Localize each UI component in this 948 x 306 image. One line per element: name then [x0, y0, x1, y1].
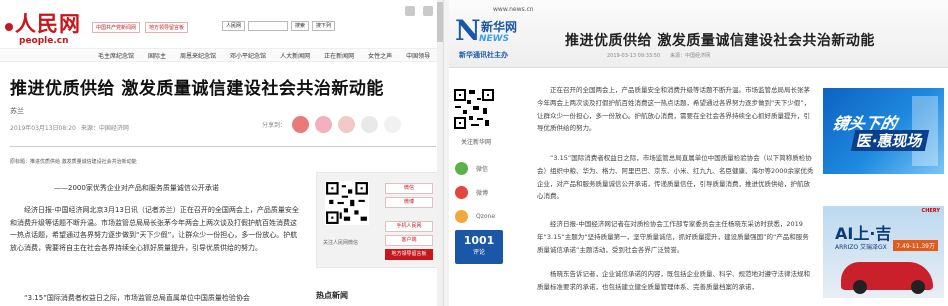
app-icon[interactable]	[405, 6, 415, 16]
wechat-icon	[455, 162, 468, 175]
logo-cn: 人民网	[15, 11, 81, 36]
people-logo[interactable]: 人民网 people.cn	[5, 8, 85, 48]
qr-code-icon	[453, 88, 495, 130]
article-paragraph: 杨晓东告诉记者，企业诚信承诺的内容，既包括企业质量、科学、规范地对遵守法律法规和…	[537, 270, 810, 291]
mobile-icon[interactable]	[423, 6, 433, 16]
logo-news: NEWS	[479, 34, 510, 44]
search-input[interactable]	[248, 21, 289, 31]
wechat-label: 微信	[476, 166, 489, 173]
channel-nav: 毛主席纪念馆 国际主 周恩来纪念馆 邓小平纪念馆 人大新闻网 正在新闻网 女性之…	[0, 48, 443, 62]
article-meta: 2019年03月13日08:20 来源：中国经济网	[10, 123, 129, 132]
article-title: 推进优质供给 激发质量诚信建设社会共治新动能	[565, 33, 875, 49]
share-label: 分享到：	[262, 122, 287, 129]
nav-item[interactable]: 毛主席纪念馆	[98, 51, 134, 60]
qzone-share-icon[interactable]	[338, 116, 356, 133]
top-links: 中国共产党新闻网 地方领导留言板	[92, 22, 189, 33]
weibo-share-icon[interactable]	[292, 116, 310, 133]
qr-code-icon	[325, 181, 369, 225]
scrollbar[interactable]	[437, 0, 443, 306]
qzone-share[interactable]: Qzone	[455, 210, 495, 223]
toolbar-icons	[405, 6, 433, 16]
people-share-icon[interactable]	[361, 116, 379, 133]
logo-cn: 新华网	[481, 20, 518, 34]
nav-item[interactable]: 中国领导	[406, 51, 430, 60]
weibo-button[interactable]: 微博	[385, 197, 433, 208]
hot-news-heading: 热点新闻	[316, 291, 348, 300]
logo-n-icon: N	[455, 14, 481, 47]
wechat-share-icon[interactable]	[315, 116, 333, 133]
weibo-label: 微博	[476, 190, 489, 197]
search-scope-select[interactable]: 人民网	[222, 21, 246, 31]
ad-brand: CHERY	[921, 208, 940, 214]
nav-item[interactable]: 人大新闻网	[280, 51, 310, 60]
nav-item[interactable]: 邓小平纪念馆	[230, 51, 266, 60]
weibo-share[interactable]: 微博	[455, 186, 488, 199]
logo-url: www.news.cn	[493, 6, 534, 13]
logo-dot-icon	[5, 23, 13, 31]
search-button[interactable]: 搜索	[291, 21, 310, 31]
article-title: 推进优质供给 激发质量诚信建设社会共治新动能	[10, 79, 384, 99]
people-cn-window: 人民网 people.cn 中国共产党新闻网 地方领导留言板 人民网 搜索 搜下…	[0, 0, 444, 306]
mobile-people-button[interactable]: 手机人民网	[385, 221, 433, 232]
original-title: 原标题：推进优质供给 激发质量诚信建设社会共治新动能	[10, 159, 137, 165]
article-source[interactable]: 来源：中国经济网	[81, 123, 129, 132]
banner-ad-medical[interactable]: 镜头下的 医·惠现场	[823, 88, 944, 174]
comment-label: 评论	[472, 249, 485, 256]
ad-model: ARRIZO 艾瑞泽GX	[835, 244, 887, 251]
ad-headline-2: 医·惠现场	[850, 130, 929, 151]
top-link-leader-board[interactable]: 地方领导留言板	[145, 22, 189, 33]
share-bar: 分享到：	[262, 116, 402, 133]
article-paragraph: “3.15”国际消费者权益日之际，市场监管总局直属单位中国质量检验协会	[24, 294, 250, 302]
divider	[10, 146, 436, 147]
more-share-icon[interactable]	[384, 116, 402, 133]
follow-text: 关注新华网	[461, 139, 492, 146]
nav-item[interactable]: 周恩来纪念馆	[180, 51, 216, 60]
weibo-icon	[455, 186, 468, 199]
article-subtitle: ——2000家优秀企业对产品和服务质量诚信公开承诺	[54, 184, 219, 192]
scrollbar-thumb[interactable]	[437, 2, 443, 42]
wheel-graphic	[911, 280, 925, 294]
article-date: 2019年03月13日08:20	[10, 125, 76, 132]
wheel-graphic	[853, 280, 867, 294]
article-paragraph: 正在召开的全国两会上，产品质量安全和消费升级等话题不断升温。市场监管总局局长张茅…	[537, 86, 811, 133]
comment-count-badge[interactable]: 1001 评论	[455, 230, 503, 264]
article-paragraph: “3.15”国际消费者权益日之际，市场监管总局直属单位中国质量检验协会（以下简称…	[537, 154, 814, 201]
follow-panel: 关注人民网微信 微信 微博 手机人民网 客户端 地方领导留言板	[316, 172, 440, 268]
nav-item[interactable]: 女性之声	[368, 51, 392, 60]
qzone-label: Qzone	[476, 213, 496, 220]
search-bar: 人民网 搜索 搜下列	[222, 21, 336, 31]
ad-headline: AI上·吉	[835, 224, 892, 243]
logo-slogan: 新华通讯社主办	[459, 51, 508, 59]
ad-price: 7.49-11.39万	[893, 240, 938, 251]
article-meta: 2019-03-13 09:33:50 来源：中国经济网	[607, 53, 711, 59]
share-sidebar: 关注新华网 微信 微博 Qzone 1001 评论	[449, 82, 507, 292]
follow-wechat-text: 关注人民网微信	[323, 240, 359, 246]
article-paragraph: 经济日报-中国经济网北京3月13日讯（记者苏兰）正在召开的全国两会上，产品质量安…	[10, 206, 299, 252]
comment-count: 1001	[463, 234, 495, 247]
client-button[interactable]: 客户端	[385, 235, 433, 246]
nav-item[interactable]: 正在新闻网	[324, 51, 354, 60]
nav-item[interactable]: 国际主	[148, 51, 166, 60]
qzone-icon	[455, 210, 468, 223]
article-author: 苏兰	[10, 107, 24, 115]
leader-board-button[interactable]: 地方领导留言板	[385, 249, 433, 260]
wechat-share[interactable]: 微信	[455, 162, 488, 175]
top-link-cpc-news[interactable]: 中国共产党新闻网	[92, 22, 141, 33]
banner-ad-car[interactable]: CHERY AI上·吉 ARRIZO 艾瑞泽GX 7.49-11.39万	[823, 206, 944, 298]
search-dropdown[interactable]: 搜下列	[312, 21, 336, 31]
xinhua-window: www.news.cn N 新华网 NEWS 新华通讯社主办 推进优质供给 激发…	[449, 0, 948, 306]
wechat-button[interactable]: 微信	[385, 183, 433, 194]
article-paragraph: 经济日报-中国经济网记者在对质检协会工作部专家委员会主任杨晓东采访时获悉，201…	[537, 220, 809, 254]
xinhua-logo[interactable]: www.news.cn N 新华网 NEWS 新华通讯社主办	[455, 6, 541, 64]
